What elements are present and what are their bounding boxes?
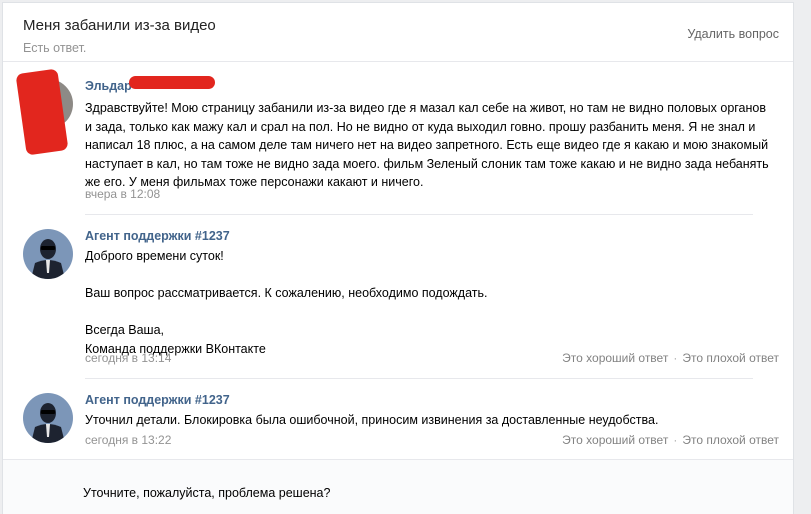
support-message: Агент поддержки #1237 Уточнил детали. Бл… — [23, 389, 781, 449]
support-message-text: Уточнил детали. Блокировка была ошибочно… — [85, 413, 659, 427]
good-answer-link[interactable]: Это хороший ответ — [562, 433, 668, 447]
ticket-status: Есть ответ. — [23, 41, 87, 55]
message-divider — [85, 378, 753, 379]
agent-name-link[interactable]: Агент поддержки #1237 — [85, 229, 230, 243]
support-message: Агент поддержки #1237 Доброго времени су… — [23, 225, 781, 370]
resolution-footer: Уточните, пожалуйста, проблема решена? — [3, 459, 793, 514]
user-message-text: Здравствуйте! Мою страницу забанили из-з… — [85, 101, 769, 189]
agent-avatar[interactable] — [23, 229, 73, 279]
resolution-prompt: Уточните, пожалуйста, проблема решена? — [83, 486, 331, 500]
bad-answer-link[interactable]: Это плохой ответ — [682, 433, 779, 447]
delete-question-link[interactable]: Удалить вопрос — [687, 27, 779, 41]
rating-separator: · — [673, 433, 678, 447]
rating-separator: · — [673, 351, 678, 365]
support-message-time[interactable]: сегодня в 13:14 — [85, 351, 171, 365]
ticket-title: Меня забанили из-за видео — [23, 17, 216, 34]
user-name-link[interactable]: Эльдар — [85, 79, 132, 93]
user-message-time[interactable]: вчера в 12:08 — [85, 187, 160, 201]
bad-answer-link[interactable]: Это плохой ответ — [682, 351, 779, 365]
agent-name-link[interactable]: Агент поддержки #1237 — [85, 393, 230, 407]
support-message-text: Доброго времени суток! Ваш вопрос рассма… — [85, 249, 488, 356]
user-message: Эльдар Здравствуйте! Мою страницу забани… — [23, 71, 781, 211]
agent-avatar[interactable] — [23, 393, 73, 443]
ticket-header: Меня забанили из-за видео Есть ответ. Уд… — [3, 3, 793, 62]
support-message-time[interactable]: сегодня в 13:22 — [85, 433, 171, 447]
ticket-card: Меня забанили из-за видео Есть ответ. Уд… — [2, 2, 794, 514]
rating-links: Это хороший ответ · Это плохой ответ — [562, 433, 779, 447]
good-answer-link[interactable]: Это хороший ответ — [562, 351, 668, 365]
rating-links: Это хороший ответ · Это плохой ответ — [562, 351, 779, 365]
redaction-mark-name — [129, 76, 215, 89]
message-divider — [85, 214, 753, 215]
